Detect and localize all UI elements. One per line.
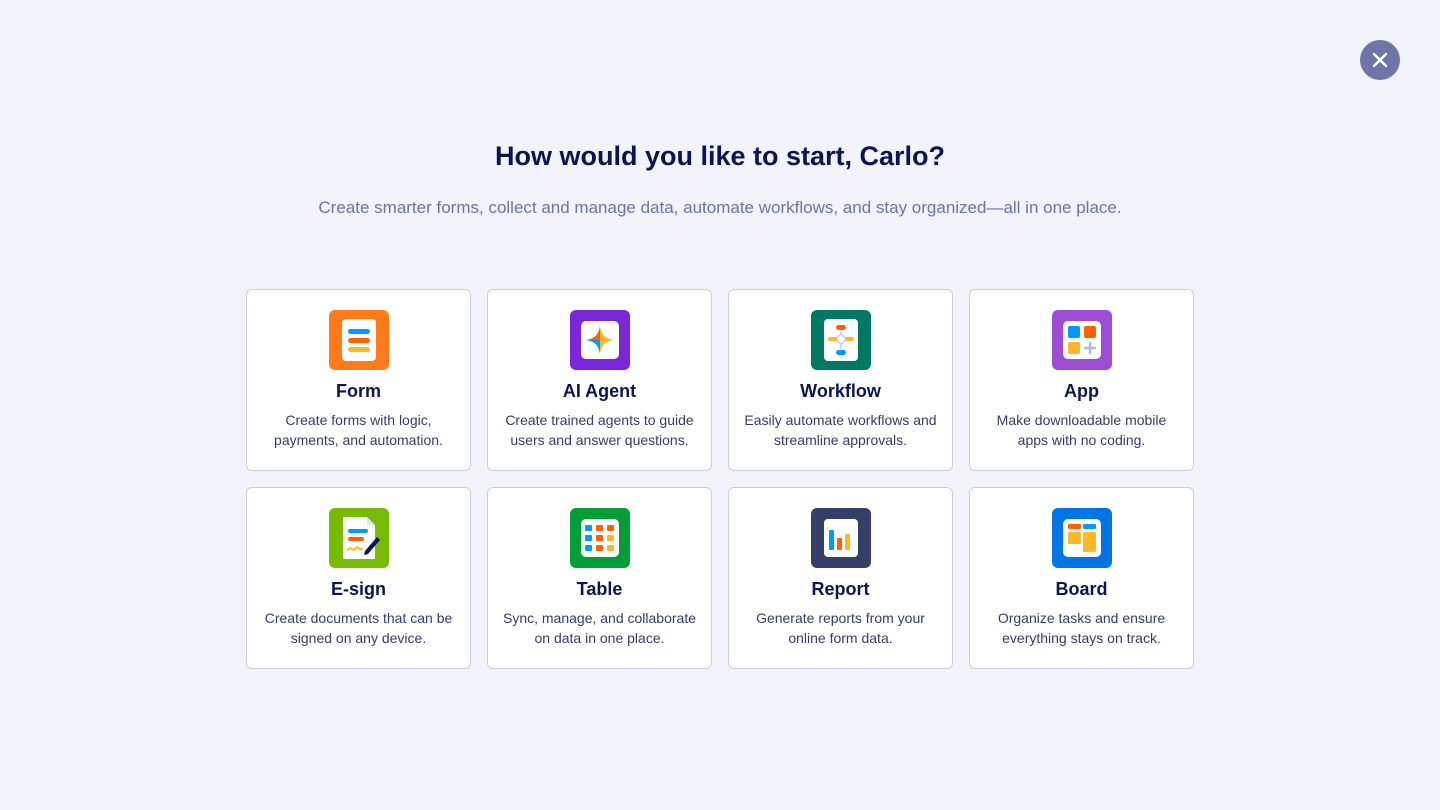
option-card-board[interactable]: Board Organize tasks and ensure everythi… bbox=[969, 487, 1194, 669]
option-card-workflow[interactable]: Workflow Easily automate workflows and s… bbox=[728, 289, 953, 471]
option-card-report[interactable]: Report Generate reports from your online… bbox=[728, 487, 953, 669]
option-card-esign[interactable]: E-sign Create documents that can be sign… bbox=[246, 487, 471, 669]
option-description: Organize tasks and ensure everything sta… bbox=[997, 610, 1166, 646]
form-icon bbox=[328, 310, 389, 370]
options-grid: Form Create forms with logic, payments, … bbox=[246, 289, 1194, 669]
option-description: Create trained agents to guide users and… bbox=[505, 412, 694, 448]
option-card-table[interactable]: Table Sync, manage, and collaborate on d… bbox=[487, 487, 712, 669]
option-title: Report bbox=[811, 579, 870, 599]
close-button[interactable] bbox=[1360, 40, 1400, 80]
option-title: Board bbox=[1055, 579, 1108, 599]
close-icon bbox=[1372, 52, 1388, 68]
report-icon bbox=[810, 508, 871, 568]
option-title: App bbox=[1064, 381, 1099, 401]
page-title: How would you like to start, Carlo? bbox=[494, 141, 946, 171]
workflow-icon bbox=[810, 310, 871, 370]
table-icon bbox=[569, 508, 630, 568]
page-subtitle: Create smarter forms, collect and manage… bbox=[318, 198, 1122, 217]
option-description: Sync, manage, and collaborate on data in… bbox=[502, 610, 696, 646]
option-title: Workflow bbox=[800, 381, 881, 401]
ai-agent-icon bbox=[569, 310, 630, 370]
option-card-ai-agent[interactable]: AI Agent Create trained agents to guide … bbox=[487, 289, 712, 471]
option-description: Make downloadable mobile apps with no co… bbox=[996, 412, 1167, 448]
option-description: Easily automate workflows and streamline… bbox=[744, 412, 937, 448]
option-description: Create forms with logic, payments, and a… bbox=[274, 412, 443, 448]
option-description: Create documents that can be signed on a… bbox=[264, 610, 453, 646]
option-card-app[interactable]: App Make downloadable mobile apps with n… bbox=[969, 289, 1194, 471]
option-title: AI Agent bbox=[562, 381, 637, 401]
board-icon bbox=[1051, 508, 1112, 568]
option-title: E-sign bbox=[330, 579, 386, 599]
esign-icon bbox=[328, 508, 389, 568]
app-icon bbox=[1051, 310, 1112, 370]
option-description: Generate reports from your online form d… bbox=[756, 610, 925, 646]
option-title: Table bbox=[576, 579, 623, 599]
option-title: Form bbox=[336, 381, 381, 401]
option-card-form[interactable]: Form Create forms with logic, payments, … bbox=[246, 289, 471, 471]
